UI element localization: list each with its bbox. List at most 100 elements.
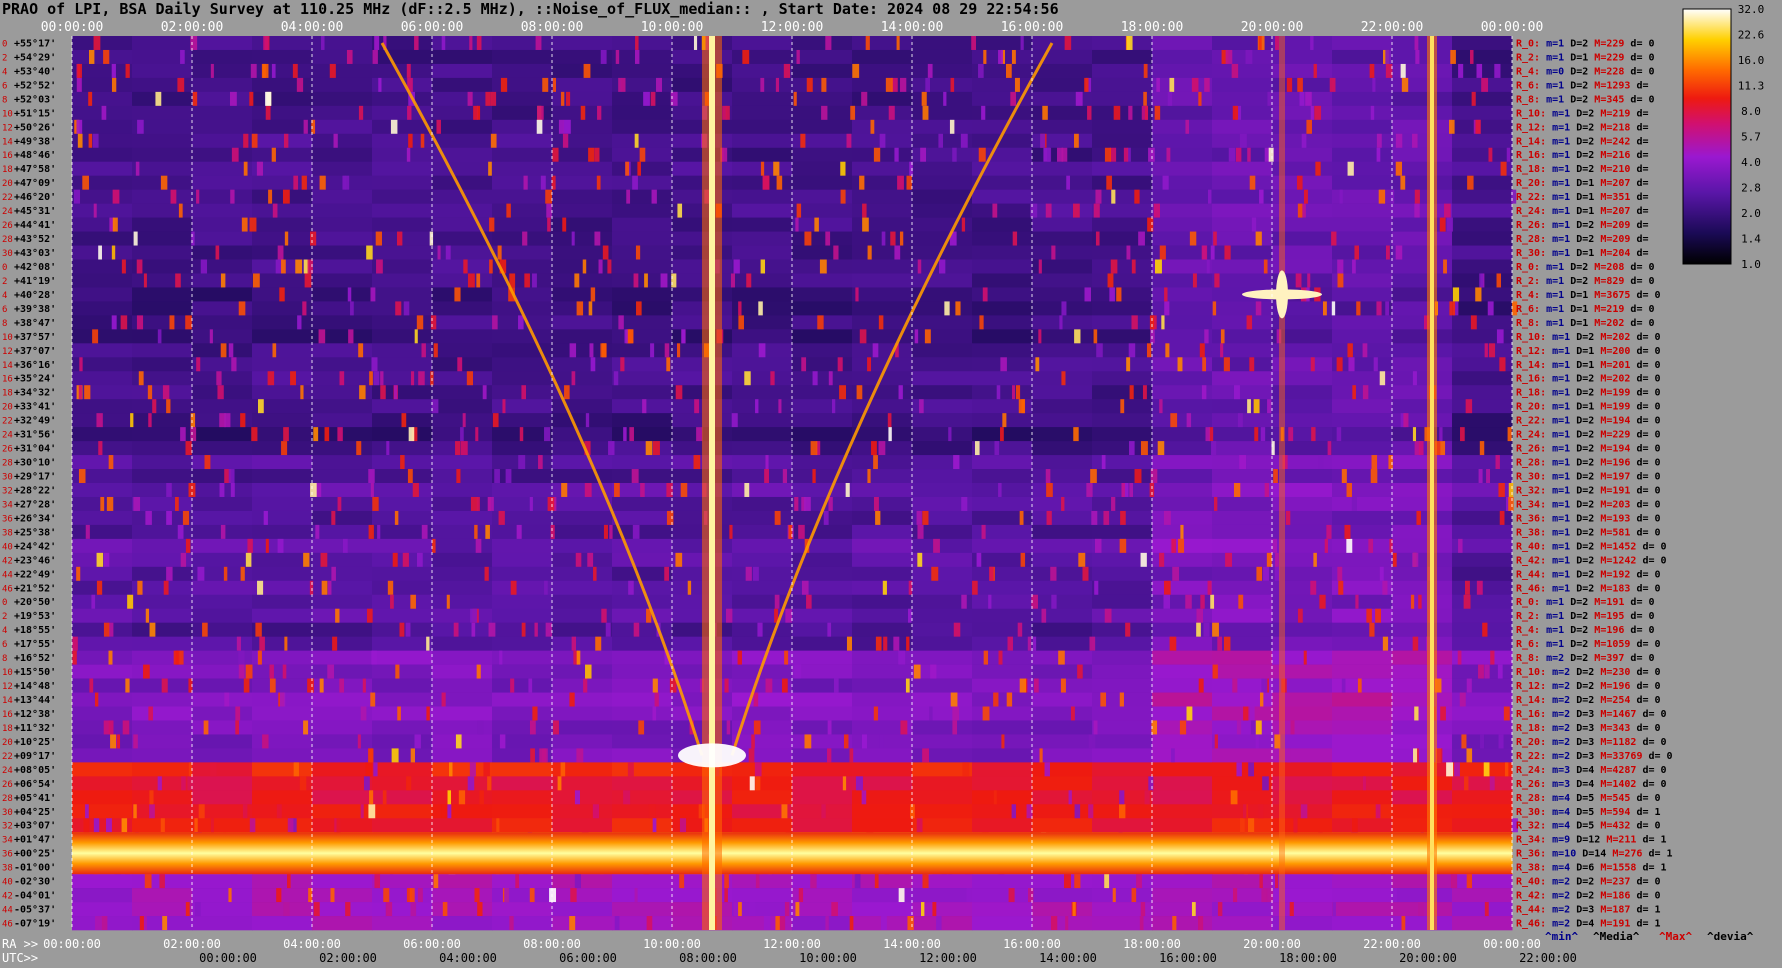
noise-speckle [961, 217, 966, 232]
noise-speckle [1261, 888, 1268, 903]
noise-speckle [262, 63, 266, 78]
row-stat-field: m=1 [1540, 304, 1564, 315]
noise-speckle [1210, 441, 1217, 456]
row-cell [852, 287, 913, 302]
noise-speckle [1255, 231, 1262, 246]
row-cell [552, 175, 613, 190]
noise-speckle [1163, 594, 1170, 609]
noise-speckle [859, 175, 865, 190]
row-cell [72, 622, 133, 637]
noise-speckle [1090, 469, 1097, 483]
noise-speckle [614, 483, 620, 497]
noise-speckle [552, 147, 559, 162]
row-cell [132, 63, 193, 79]
noise-speckle [746, 273, 752, 288]
row-index-label: 32 [2, 822, 13, 832]
row-stats-panel: R_0: m=1 D=2 M=229 d= 0R_2: m=1 D=1 M=22… [1516, 38, 1673, 929]
declination-label: +36°16' [14, 360, 56, 371]
row-stat-field: M=202 [1588, 318, 1624, 329]
noise-speckle [1503, 706, 1510, 721]
noise-speckle [1109, 287, 1115, 302]
row-stat-field: M=186 [1594, 891, 1630, 902]
noise-speckle [235, 706, 241, 721]
row-cell [72, 790, 133, 805]
noise-speckle [1347, 343, 1353, 358]
noise-speckle [1185, 119, 1190, 134]
noise-speckle [230, 91, 237, 106]
noise-speckle [1239, 133, 1247, 148]
row-cell [132, 189, 193, 204]
row-cell [912, 636, 973, 651]
declination-label: +35°24' [14, 374, 56, 385]
utc-tick-label: 10:00:00 [799, 951, 857, 965]
row-stat-field: d= [1630, 122, 1648, 133]
row-index-label: 20 [2, 738, 13, 748]
declination-label: -04°01' [14, 891, 56, 902]
row-cell [912, 720, 973, 735]
noise-speckle [1119, 692, 1124, 707]
noise-speckle [893, 636, 900, 651]
noise-speckle [1372, 77, 1376, 92]
row-cell [1452, 259, 1513, 274]
noise-speckle [84, 385, 91, 400]
row-cell [1332, 538, 1393, 554]
noise-speckle [731, 413, 738, 428]
top-axis-tick-label: 00:00:00 [1481, 20, 1544, 35]
noise-speckle [1035, 357, 1040, 372]
row-stat-field: R_42: [1516, 555, 1546, 566]
noise-speckle [418, 371, 425, 386]
noise-speckle [1352, 385, 1356, 400]
row-stat-field: m=2 [1546, 751, 1570, 762]
noise-speckle [1305, 91, 1312, 106]
noise-speckle [1045, 469, 1051, 483]
noise-speckle [433, 874, 439, 889]
noise-speckle [1338, 580, 1344, 595]
noise-speckle [1128, 343, 1136, 358]
row-stat-field: D=2 [1564, 66, 1588, 77]
noise-speckle [426, 706, 430, 721]
row-cell [1092, 357, 1153, 372]
row-stat-field: R_6: [1516, 304, 1540, 315]
top-axis-tick-label: 02:00:00 [161, 20, 224, 35]
row-cell [1392, 664, 1453, 679]
row-cell [552, 650, 613, 665]
row-stat-field: R_24: [1516, 206, 1546, 217]
declination-label: +32°49' [14, 416, 56, 427]
row-cell [492, 119, 553, 135]
noise-speckle [73, 189, 81, 204]
noise-speckle [650, 343, 655, 358]
row-cell [1332, 469, 1393, 484]
noise-speckle [185, 315, 192, 330]
noise-speckle [1196, 622, 1201, 637]
noise-speckle [627, 762, 634, 777]
noise-speckle [368, 469, 375, 483]
row-cell [1452, 399, 1513, 414]
row-stat: R_6: m=1 D=2 M=1059 d= 0 [1516, 639, 1661, 650]
row-cell [612, 650, 673, 665]
ra-tick-label: 20:00:00 [1243, 937, 1301, 951]
noise-speckle [633, 622, 640, 637]
noise-speckle [166, 566, 173, 581]
noise-speckle [1454, 762, 1460, 777]
noise-speckle [1046, 510, 1052, 525]
utc-axis-label: UTC>> [2, 951, 38, 965]
noise-speckle [1341, 469, 1347, 483]
noise-speckle [181, 776, 186, 791]
noise-speckle [1198, 678, 1204, 693]
declination-label: +43°03' [14, 248, 56, 259]
noise-speckle [1459, 692, 1466, 707]
noise-speckle [256, 161, 263, 176]
row-cell [492, 469, 553, 484]
noise-speckle [1095, 231, 1100, 246]
noise-speckle [810, 874, 817, 889]
row-stat-field: M=196 [1594, 458, 1630, 469]
row-cell [852, 147, 913, 163]
row-cell [432, 259, 493, 274]
row-index-label: 16 [2, 151, 13, 161]
row-cell [912, 63, 973, 79]
noise-speckle [1290, 720, 1295, 735]
row-cell [492, 902, 553, 917]
noise-speckle [89, 678, 94, 693]
row-cell [432, 510, 493, 526]
row-cell [972, 77, 1033, 93]
